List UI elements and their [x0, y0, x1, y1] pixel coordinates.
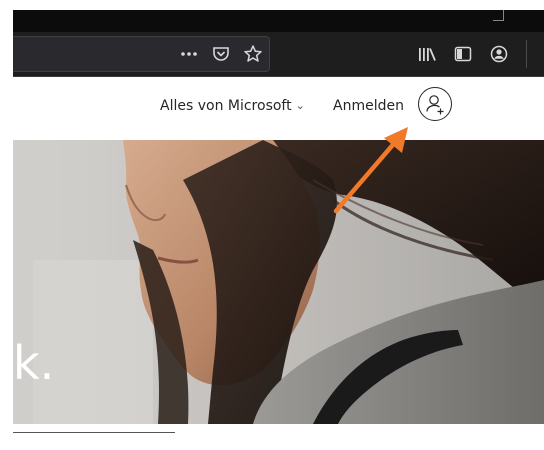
toolbar-divider [526, 40, 527, 68]
sidebar-icon[interactable] [453, 43, 473, 65]
hero-headline-fragment: k. [13, 336, 55, 390]
more-actions-icon[interactable] [179, 43, 199, 65]
screenshot-frame: Alles von Microsoft ⌄ Anmelden k. [0, 0, 544, 450]
address-bar[interactable] [13, 36, 270, 72]
bookmark-star-icon[interactable] [243, 43, 263, 65]
footer-divider [13, 432, 175, 433]
person-add-icon [426, 95, 444, 115]
library-icon[interactable] [417, 43, 437, 65]
sign-in-link[interactable]: Anmelden [333, 98, 404, 114]
browser-toolbar [13, 32, 544, 77]
hero-image[interactable]: k. [13, 140, 544, 424]
hero-photo [13, 140, 544, 424]
browser-title-bar [13, 10, 544, 32]
chevron-down-icon: ⌄ [295, 99, 305, 112]
site-header: Alles von Microsoft ⌄ Anmelden [13, 77, 544, 140]
window-restore-icon[interactable] [493, 10, 504, 21]
sign-in-avatar-button[interactable] [418, 87, 452, 121]
account-icon[interactable] [489, 43, 509, 65]
left-margin [0, 0, 13, 450]
all-microsoft-label: Alles von Microsoft [160, 98, 292, 114]
pocket-icon[interactable] [211, 43, 231, 65]
all-microsoft-menu[interactable]: Alles von Microsoft ⌄ [160, 98, 305, 114]
